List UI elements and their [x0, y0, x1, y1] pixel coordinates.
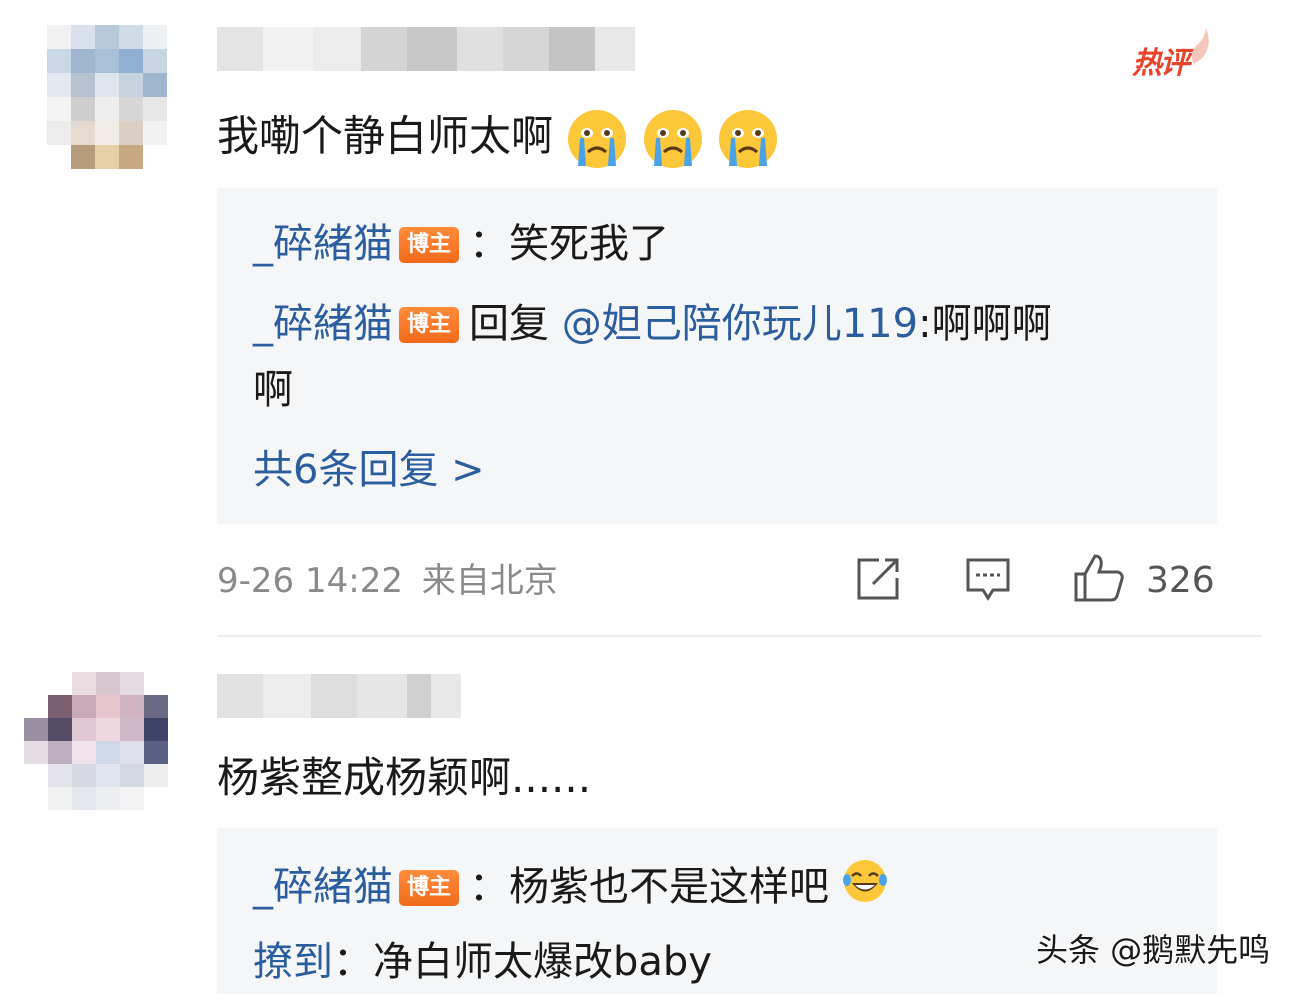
crying-emoji-icon [643, 110, 702, 168]
watermark: 头条 @鹅默先鸣 [1036, 931, 1271, 969]
reply-text: :啊啊啊 [918, 301, 1052, 347]
comment-feed: 热评 我嘞个静白师太啊 _碎緒猫 博主 ：笑死我了 _碎緒猫 博主 回复 @妲己… [0, 0, 1304, 994]
comment-body: 杨紫整成杨颖啊...... [217, 753, 592, 802]
reply-author-link[interactable]: 撩到 [253, 939, 333, 985]
author-badge: 博主 [399, 227, 460, 263]
reply-item: _碎緒猫 博主 回复 @妲己陪你玩儿119:啊啊啊 [253, 298, 1052, 350]
reply-text-continued: 啊 [253, 367, 293, 413]
author-badge: 博主 [399, 870, 460, 906]
reply-author-link[interactable]: _碎緒猫 [253, 221, 393, 267]
reply-item: _碎緒猫 博主 ：杨紫也不是这样吧 [253, 858, 888, 913]
location: 来自北京 [421, 561, 558, 601]
username-blurred[interactable] [217, 674, 461, 718]
reply-text: ：净白师太爆改baby [333, 939, 712, 985]
reply-prefix: 回复 [469, 301, 562, 347]
reply-box: _碎緒猫 博主 ：笑死我了 _碎緒猫 博主 回复 @妲己陪你玩儿119:啊啊啊 啊 共6… [217, 188, 1217, 524]
reply-author-link[interactable]: _碎緒猫 [253, 864, 393, 910]
mention-link[interactable]: @妲己陪你玩儿119 [562, 301, 918, 347]
reply-item: 撩到：净白师太爆改baby [253, 936, 712, 988]
flame-icon [1191, 28, 1209, 64]
comment-body: 我嘞个静白师太啊 [217, 111, 554, 161]
author-badge: 博主 [399, 307, 460, 343]
more-replies-link[interactable]: 共6条回复 > [253, 444, 485, 496]
hot-comment-tag: 热评 [1132, 46, 1190, 81]
reply-text: ：杨紫也不是这样吧 [469, 864, 830, 910]
divider [217, 635, 1262, 637]
crying-emoji-icon [719, 110, 778, 168]
like-count: 326 [1146, 560, 1215, 601]
crying-emoji-icon [568, 110, 627, 168]
reply-item: _碎緒猫 博主 ：笑死我了 [253, 218, 669, 270]
avatar[interactable] [47, 25, 167, 169]
username-blurred[interactable] [217, 27, 635, 71]
reply-author-link[interactable]: _碎緒猫 [253, 301, 393, 347]
share-icon[interactable] [855, 556, 901, 602]
timestamp: 9-26 14:22 [217, 561, 403, 601]
comment-meta: 9-26 14:22 来自北京 [217, 557, 558, 605]
comment-icon[interactable] [965, 556, 1011, 602]
comment-text: 我嘞个静白师太啊 [217, 108, 779, 170]
reply-text: ：笑死我了 [469, 221, 670, 267]
laughing-tears-emoji-icon [842, 860, 887, 902]
avatar[interactable] [24, 672, 168, 810]
like-icon[interactable] [1073, 552, 1125, 604]
